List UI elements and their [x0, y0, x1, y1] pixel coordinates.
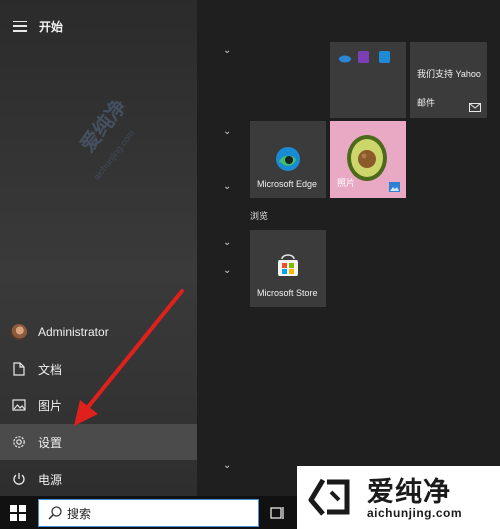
- watermark-url: aichunjing.com: [367, 506, 463, 520]
- windows-start-icon[interactable]: [10, 505, 26, 521]
- office-apps-icon: [339, 51, 390, 63]
- store-tile-label: Microsoft Store: [257, 288, 318, 298]
- group-collapse-chevron-icon[interactable]: ⌄: [223, 182, 231, 192]
- watermark-brand: 爱纯净: [367, 477, 451, 508]
- task-view-icon[interactable]: [268, 504, 286, 522]
- mail-icon: [469, 103, 481, 112]
- group-label-browse: 浏览: [250, 211, 269, 221]
- avocado-image: [347, 135, 387, 181]
- group-collapse-chevron-icon[interactable]: ⌄: [223, 461, 231, 471]
- edge-tile-label: Microsoft Edge: [257, 179, 318, 189]
- mail-tile-label: 邮件: [417, 98, 436, 108]
- store-tile[interactable]: Microsoft Store: [250, 230, 326, 307]
- store-icon: [278, 254, 298, 276]
- mail-tile[interactable]: 我们支持 Yahoo 邮件: [410, 42, 487, 118]
- watermark-logo-icon: [308, 478, 350, 516]
- group-collapse-chevron-icon[interactable]: ⌄: [223, 127, 231, 137]
- photos-tile[interactable]: 照片: [330, 121, 406, 198]
- search-placeholder: 搜索: [67, 506, 92, 521]
- photos-tile-label: 照片: [337, 178, 356, 188]
- group-collapse-chevron-icon[interactable]: ⌄: [223, 238, 231, 248]
- search-input[interactable]: 搜索: [38, 499, 259, 527]
- search-icon: [48, 506, 62, 520]
- photos-app-icon: [389, 182, 400, 192]
- group-collapse-chevron-icon[interactable]: ⌄: [223, 46, 231, 56]
- mail-tile-message: 我们支持 Yahoo: [417, 69, 481, 79]
- office-apps-tile[interactable]: [330, 42, 406, 118]
- watermark-logo-box: 爱纯净 aichunjing.com: [297, 466, 500, 529]
- group-collapse-chevron-icon[interactable]: ⌄: [223, 266, 231, 276]
- edge-icon: [276, 147, 300, 171]
- edge-tile[interactable]: Microsoft Edge: [250, 121, 326, 198]
